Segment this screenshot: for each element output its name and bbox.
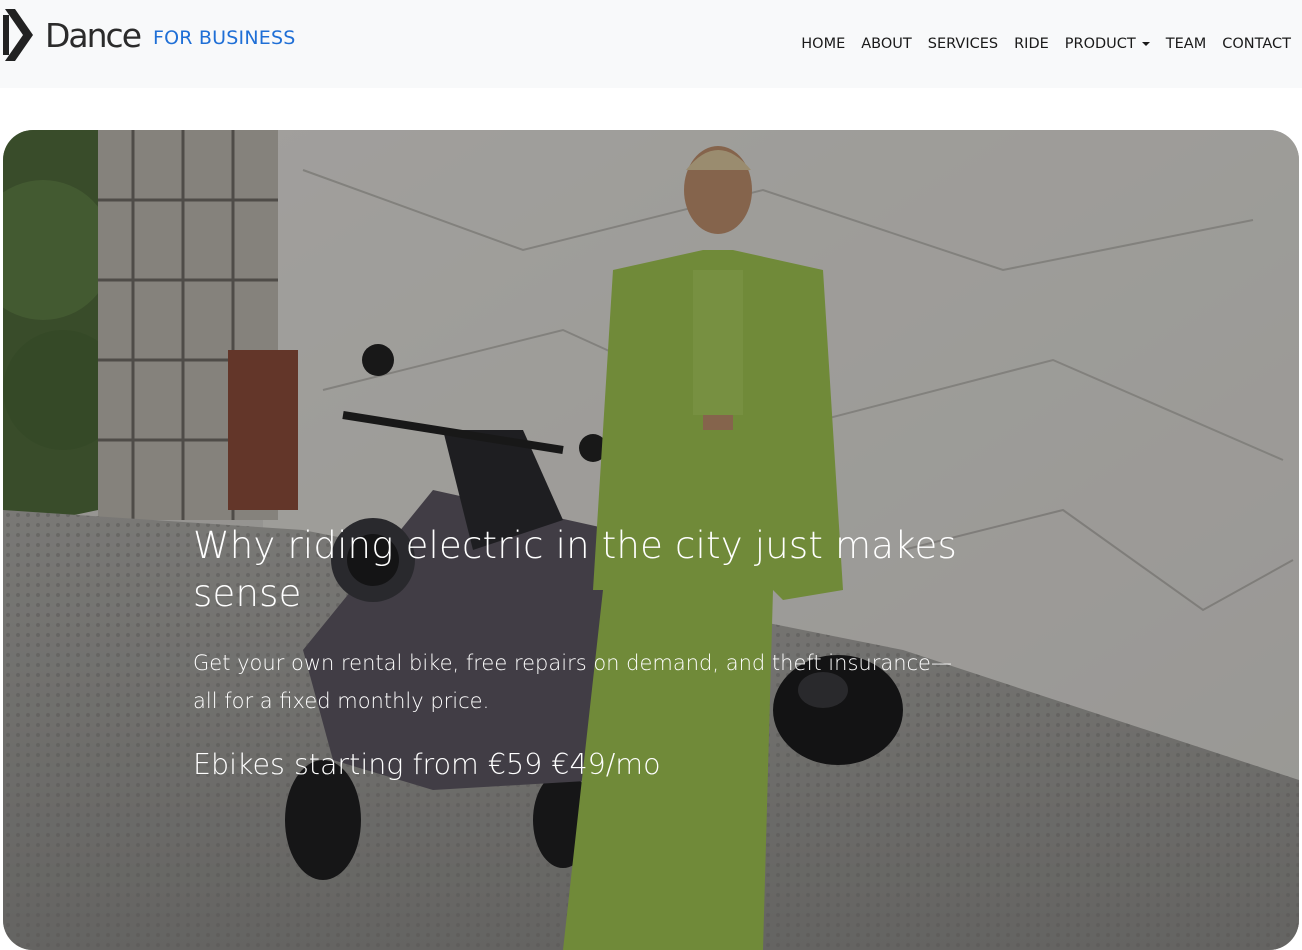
main-nav: HOME ABOUT SERVICES RIDE PRODUCT TEAM CO…: [785, 34, 1291, 54]
hero-description: Get your own rental bike, free repairs o…: [193, 651, 952, 713]
nav-ride[interactable]: RIDE: [1014, 34, 1049, 54]
brand-subtitle: FOR BUSINESS: [153, 27, 296, 49]
brand-logo-link[interactable]: Dance FOR BUSINESS: [3, 7, 295, 65]
caret-down-icon: [1141, 42, 1150, 46]
nav-home[interactable]: HOME: [801, 34, 845, 54]
hero-title: Why riding electric in the city just mak…: [193, 524, 957, 615]
hero-content: Why riding electric in the city just mak…: [193, 522, 1013, 785]
hero-section: Why riding electric in the city just mak…: [3, 130, 1299, 950]
nav-team[interactable]: TEAM: [1166, 34, 1206, 54]
nav-product-label: PRODUCT: [1064, 36, 1136, 52]
dance-logo-icon: [3, 9, 33, 61]
nav-contact[interactable]: CONTACT: [1222, 34, 1291, 54]
navbar: Dance FOR BUSINESS HOME ABOUT SERVICES R…: [0, 0, 1302, 88]
hero-price: Ebikes starting from €59 €49/mo: [193, 748, 661, 781]
brand-name: Dance: [45, 16, 142, 55]
nav-product-dropdown[interactable]: PRODUCT: [1065, 34, 1150, 54]
nav-services[interactable]: SERVICES: [928, 34, 998, 54]
nav-about[interactable]: ABOUT: [861, 34, 912, 54]
